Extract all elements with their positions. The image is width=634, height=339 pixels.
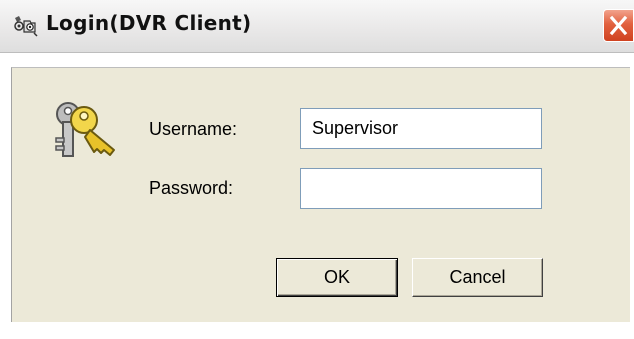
username-field[interactable] xyxy=(300,108,542,149)
title-bar[interactable]: Login(DVR Client) xyxy=(0,0,634,53)
dialog-bottom-edge xyxy=(11,322,634,339)
keys-icon xyxy=(46,98,122,166)
ok-button[interactable]: OK xyxy=(276,258,398,297)
close-icon xyxy=(609,15,628,36)
password-label: Password: xyxy=(149,178,234,198)
dvr-app-icon xyxy=(12,14,40,38)
username-label: Username: xyxy=(149,119,238,139)
cancel-button[interactable]: Cancel xyxy=(412,258,543,297)
login-dialog: Login(DVR Client) Username: Supervisor P… xyxy=(0,0,634,339)
window-title: Login(DVR Client) xyxy=(46,11,252,35)
close-button[interactable] xyxy=(603,9,634,42)
password-field[interactable] xyxy=(300,168,542,209)
